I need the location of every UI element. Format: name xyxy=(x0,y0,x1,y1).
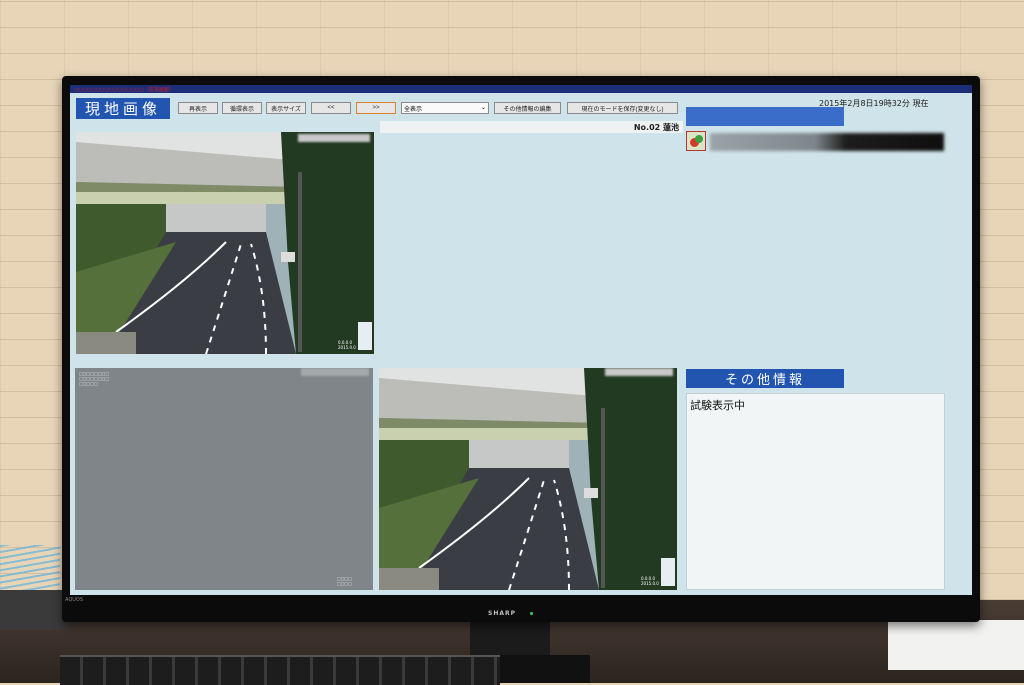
display-size-button[interactable]: 表示サイズ xyxy=(266,102,306,114)
camera-view-1[interactable]: 0.0.0.0 2015.0.0 xyxy=(76,132,374,354)
view-select-value: 全表示 xyxy=(404,105,423,113)
next-button[interactable]: >> xyxy=(356,102,396,114)
camera-timestamp: □□□□ □□□□ xyxy=(337,576,353,586)
page-title: 現地画像 xyxy=(76,98,170,119)
camera-view-3[interactable]: □□□□□□□□ □□□□□□□□ □□□□□ □□□□ □□□□ xyxy=(75,368,373,590)
system-title: ○○○○○○○○○○○○○○○○（監視画面） xyxy=(74,87,174,93)
camera-timestamp: 0.0.0.0 2015.0.0 xyxy=(338,340,356,350)
camera-label-blurred xyxy=(605,368,673,376)
chevron-down-icon: ⌄ xyxy=(480,104,486,111)
window-top-strip xyxy=(70,85,972,93)
edit-other-info-button[interactable]: その他情報の編集 xyxy=(494,102,561,114)
save-mode-button[interactable]: 現在のモードを保存(変更なし) xyxy=(567,102,678,114)
prev-button[interactable]: << xyxy=(311,102,351,114)
other-info-title: その他情報 xyxy=(686,369,844,388)
camera-label-blurred xyxy=(298,134,370,142)
cycle-display-button[interactable]: 循環表示 xyxy=(222,102,262,114)
white-box xyxy=(888,620,1024,670)
camera-image-road xyxy=(379,368,677,590)
network-switch xyxy=(0,590,70,630)
camera-view-2[interactable]: No.02 蓮池 xyxy=(380,121,683,353)
redacted-info-bar xyxy=(710,133,944,151)
power-led xyxy=(530,612,533,615)
status-flag-icon[interactable] xyxy=(686,131,706,151)
redisplay-button[interactable]: 再表示 xyxy=(178,102,218,114)
camera-label-blurred xyxy=(301,368,369,376)
keyboard xyxy=(60,655,500,685)
camera-osd-top: □□□□□□□□ □□□□□□□□ □□□□□ xyxy=(79,371,110,386)
camera-label: No.02 蓮池 xyxy=(633,123,679,132)
camera-image-road xyxy=(76,132,374,354)
camera-view-4[interactable]: 0.0.0.0 2015.0.0 xyxy=(379,368,677,590)
model-label: AQUOS xyxy=(65,597,84,603)
other-info-text: 試験表示中 xyxy=(690,399,745,412)
screen: ○○○○○○○○○○○○○○○○（監視画面） 現地画像 再表示 循環表示 表示サ… xyxy=(70,85,972,595)
view-select[interactable]: 全表示 ⌄ xyxy=(401,102,489,114)
camera-timestamp: 0.0.0.0 2015.0.0 xyxy=(641,576,659,586)
brand-logo: SHARP xyxy=(488,610,517,617)
other-info-panel: 試験表示中 xyxy=(686,393,945,590)
location-header-bar xyxy=(686,107,844,126)
